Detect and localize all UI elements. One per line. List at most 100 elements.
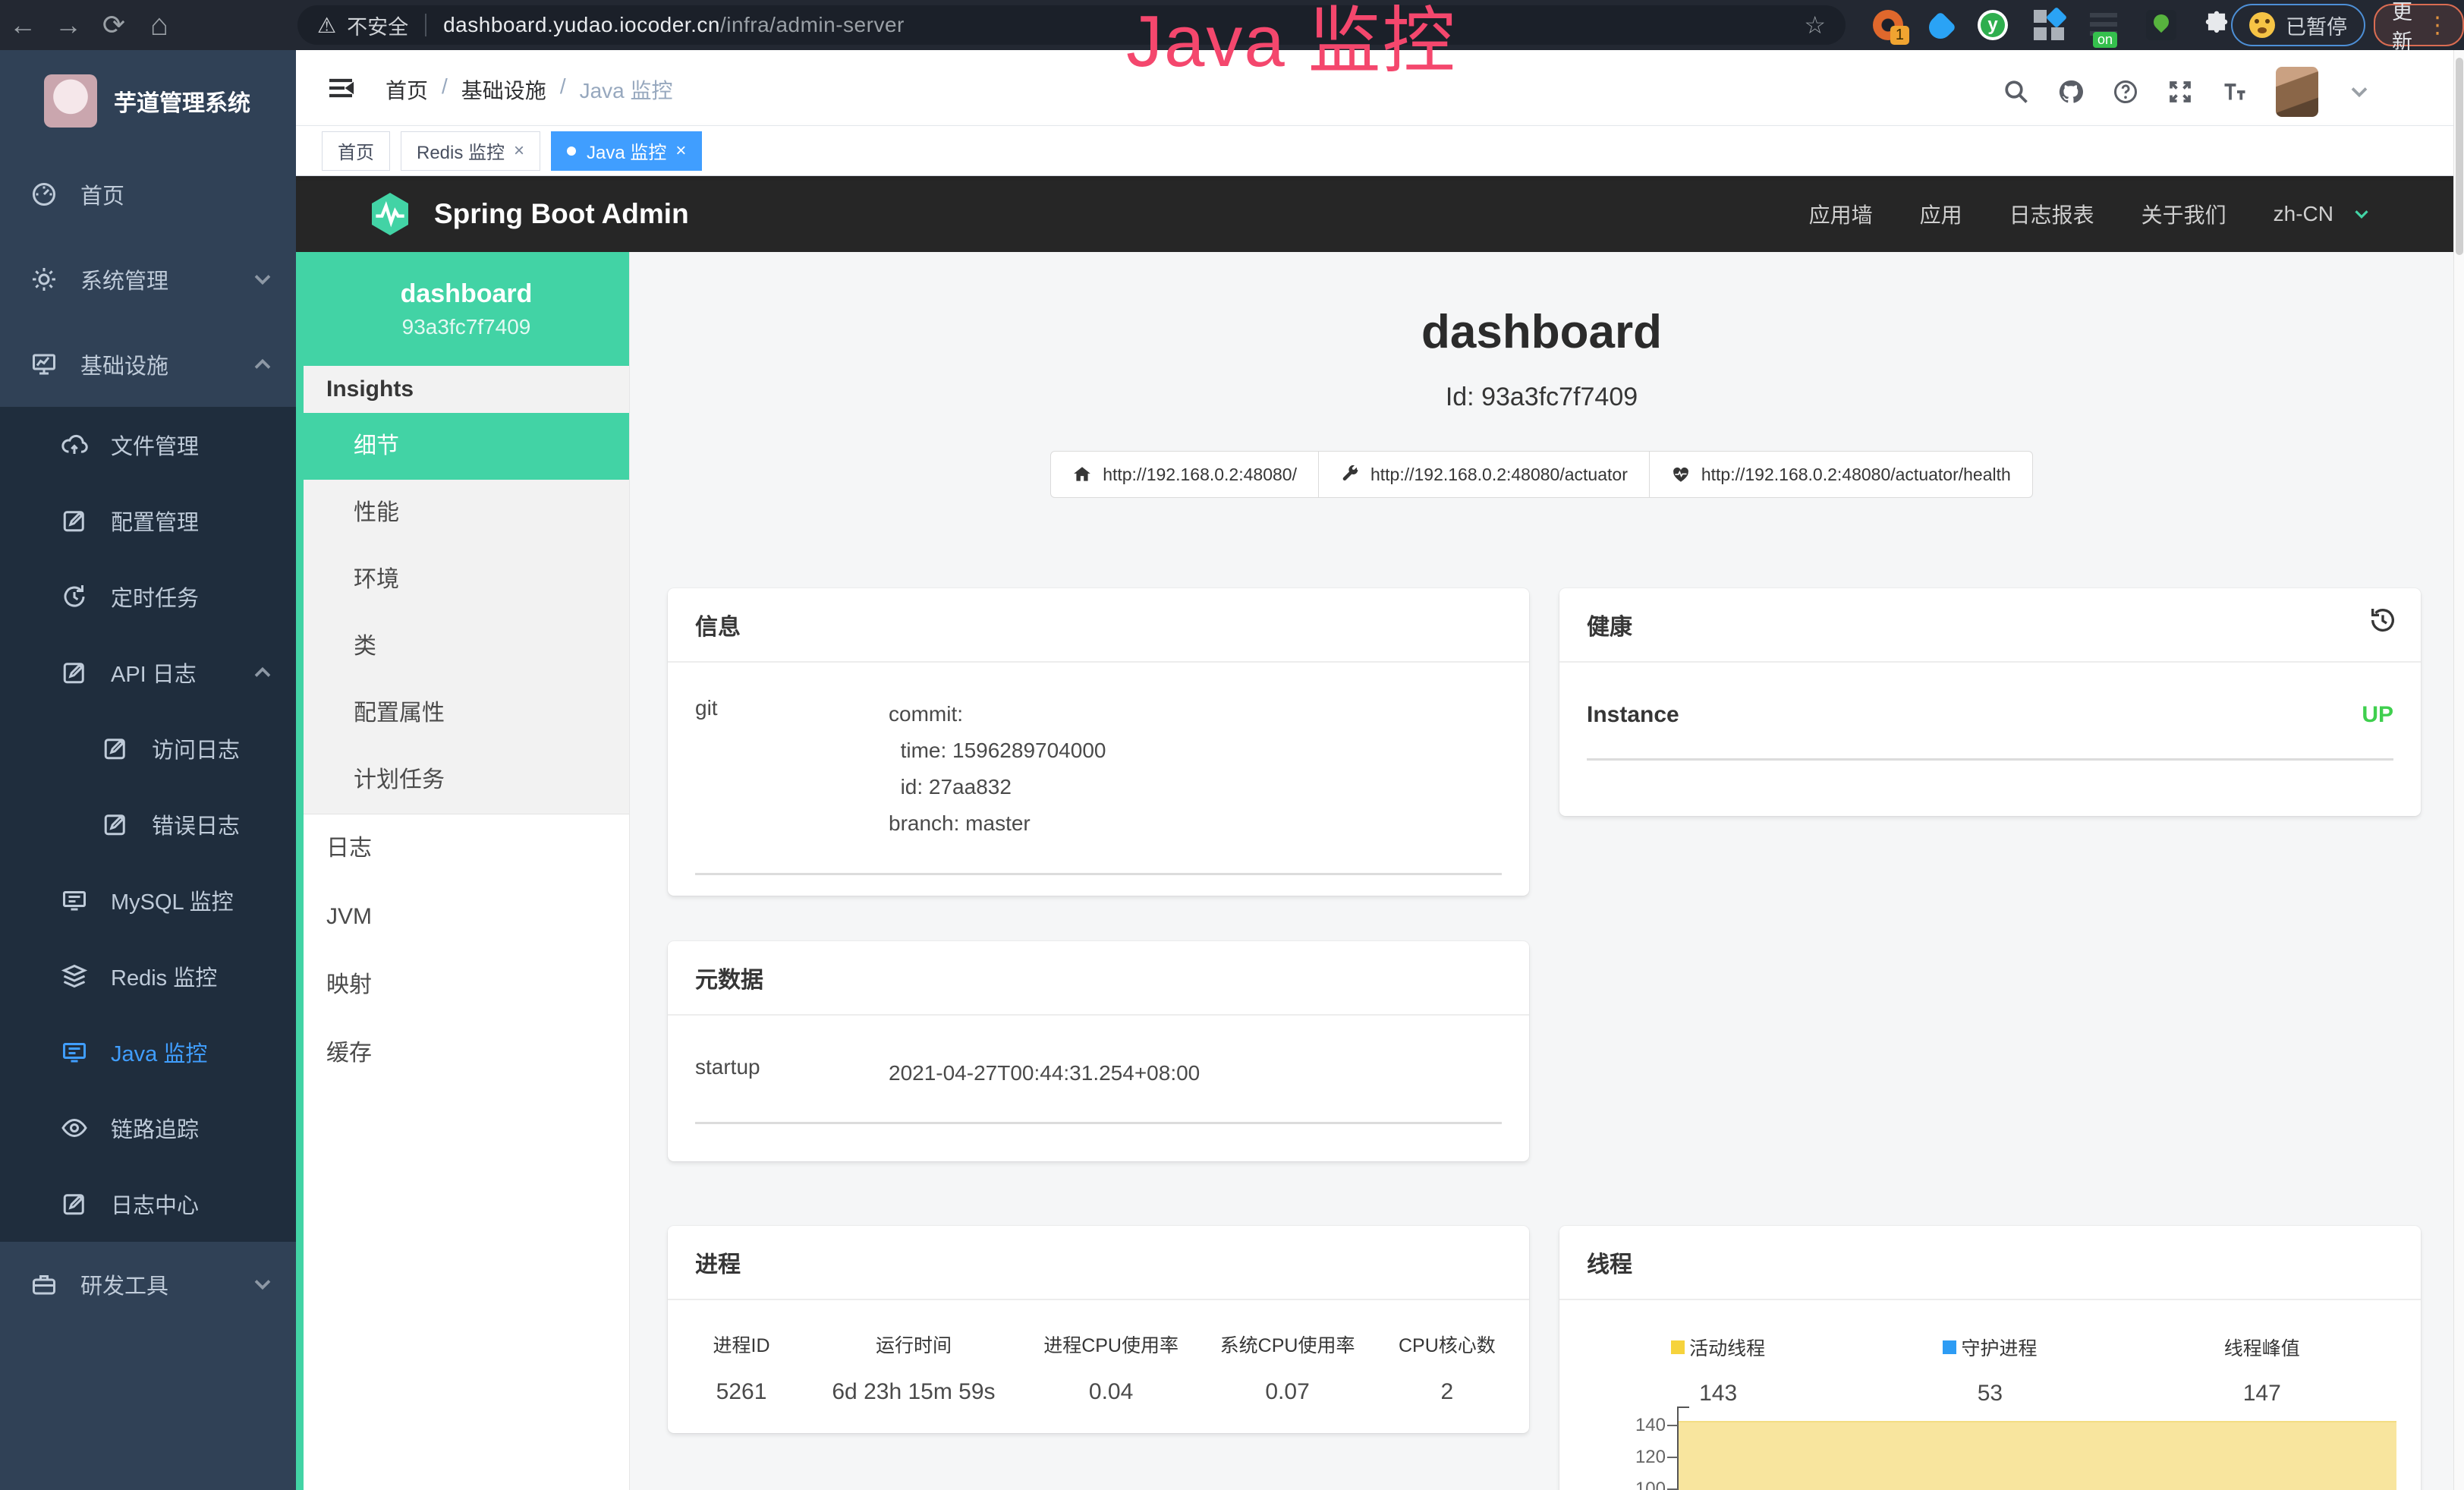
help-icon[interactable] bbox=[2112, 78, 2139, 106]
menu-item-scheduled-tasks[interactable]: 计划任务 bbox=[304, 747, 629, 814]
sidebar-item-file[interactable]: 文件管理 bbox=[0, 407, 296, 483]
browser-forward-icon[interactable] bbox=[46, 9, 91, 41]
close-icon[interactable] bbox=[675, 140, 686, 162]
sidebar-item-job[interactable]: 定时任务 bbox=[0, 559, 296, 635]
menu-item-jvm[interactable]: JVM bbox=[304, 883, 629, 951]
extension-pin-icon[interactable] bbox=[1924, 11, 1956, 43]
menu-item-config-props[interactable]: 配置属性 bbox=[304, 680, 629, 747]
extension-grid-icon[interactable] bbox=[2034, 10, 2064, 40]
legend-live-threads: 活动线程 143 bbox=[1582, 1334, 1854, 1407]
cell-value: 0.07 bbox=[1199, 1379, 1375, 1405]
font-size-icon[interactable] bbox=[2221, 78, 2248, 106]
tab-redis[interactable]: Redis 监控 bbox=[401, 131, 540, 171]
column-header: 进程CPU使用率 bbox=[1023, 1331, 1199, 1358]
health-url-button[interactable]: http://192.168.0.2:48080/actuator/health bbox=[1649, 451, 2033, 498]
browser-menu-dots-icon[interactable] bbox=[2426, 12, 2449, 39]
page-subtitle: Id: 93a3fc7f7409 bbox=[630, 383, 2453, 412]
sidebar-item-java[interactable]: Java 监控 bbox=[0, 1014, 296, 1090]
menu-item-classes[interactable]: 类 bbox=[304, 613, 629, 680]
sba-nav-applications[interactable]: 应用 bbox=[1920, 199, 1962, 229]
live-threads-area bbox=[1679, 1421, 2396, 1490]
sidebar-item-access-log[interactable]: 访问日志 bbox=[0, 710, 296, 786]
github-icon[interactable] bbox=[2057, 78, 2085, 106]
process-col-uptime: 运行时间 6d 23h 15m 59s bbox=[804, 1331, 1023, 1405]
instance-header[interactable]: dashboard 93a3fc7f7409 bbox=[304, 252, 629, 366]
column-header: 运行时间 bbox=[804, 1331, 1023, 1358]
fullscreen-icon[interactable] bbox=[2167, 78, 2194, 106]
cell-value: 2 bbox=[1376, 1379, 1518, 1405]
extension-icon-1[interactable]: 1 bbox=[1873, 10, 1903, 40]
page-scrollbar[interactable] bbox=[2453, 50, 2464, 1490]
menu-item-environment[interactable]: 环境 bbox=[304, 547, 629, 613]
history-icon[interactable] bbox=[2368, 605, 2398, 635]
breadcrumb-separator: / bbox=[442, 74, 448, 105]
sidebar-item-home[interactable]: 首页 bbox=[0, 152, 296, 237]
chevron-down-icon bbox=[249, 1271, 276, 1298]
sidebar-item-label: 首页 bbox=[80, 178, 124, 210]
health-row-instance: Instance UP bbox=[1587, 663, 2393, 761]
sidebar-item-config[interactable]: 配置管理 bbox=[0, 483, 296, 559]
tab-home[interactable]: 首页 bbox=[322, 131, 390, 171]
paused-badge[interactable]: 已暂停 bbox=[2231, 4, 2365, 46]
sidebar-item-log-center[interactable]: 日志中心 bbox=[0, 1166, 296, 1242]
edit-icon bbox=[61, 507, 88, 534]
hamburger-icon[interactable] bbox=[325, 73, 357, 103]
user-avatar[interactable] bbox=[2276, 67, 2318, 117]
menu-item-performance[interactable]: 性能 bbox=[304, 480, 629, 547]
close-icon[interactable] bbox=[514, 140, 524, 162]
search-icon[interactable] bbox=[2003, 78, 2030, 106]
page-title: dashboard bbox=[630, 305, 2453, 359]
sidebar-item-error-log[interactable]: 错误日志 bbox=[0, 786, 296, 862]
menu-item-details[interactable]: 细节 bbox=[304, 413, 629, 480]
admin-header: 首页 / 基础设施 / Java 监控 bbox=[296, 50, 2464, 125]
url-bar[interactable]: 不安全 dashboard.yudao.iocoder.cn/infra/adm… bbox=[297, 5, 1846, 45]
metadata-label: startup bbox=[695, 1055, 889, 1092]
update-button[interactable]: 更新 bbox=[2374, 4, 2464, 46]
puzzle-extensions-icon[interactable] bbox=[2202, 10, 2233, 40]
sidebar-item-redis[interactable]: Redis 监控 bbox=[0, 938, 296, 1014]
sba-accent-strip bbox=[296, 252, 304, 1490]
sidebar-submenu-infra: 文件管理 配置管理 定时任务 API 日志 访问日志 错误日志 bbox=[0, 407, 296, 1242]
breadcrumb-infra[interactable]: 基础设施 bbox=[461, 74, 546, 105]
menu-item-logs[interactable]: 日志 bbox=[304, 814, 629, 883]
health-label: Instance bbox=[1587, 702, 1679, 728]
header-icons bbox=[2003, 67, 2373, 117]
browser-reload-icon[interactable] bbox=[91, 9, 137, 41]
info-label: git bbox=[695, 696, 889, 843]
sidebar-item-system[interactable]: 系统管理 bbox=[0, 237, 296, 322]
browser-back-icon[interactable] bbox=[0, 9, 46, 41]
home-url-button[interactable]: http://192.168.0.2:48080/ bbox=[1050, 451, 1319, 498]
menu-item-caches[interactable]: 缓存 bbox=[304, 1019, 629, 1088]
sidebar-item-dev-tools[interactable]: 研发工具 bbox=[0, 1242, 296, 1327]
sba-nav-journal[interactable]: 日志报表 bbox=[2009, 199, 2094, 229]
extension-on-badge: on bbox=[2093, 32, 2117, 48]
extension-leaf-icon[interactable] bbox=[2146, 10, 2176, 40]
sidebar-item-infra[interactable]: 基础设施 bbox=[0, 322, 296, 407]
locale-caret-icon[interactable] bbox=[2350, 203, 2373, 225]
menu-item-mappings[interactable]: 映射 bbox=[304, 951, 629, 1019]
extension-list-icon[interactable]: on bbox=[2090, 10, 2120, 40]
browser-home-icon[interactable] bbox=[137, 8, 182, 43]
sba-locale-select[interactable]: zh-CN bbox=[2274, 202, 2333, 226]
paused-label: 已暂停 bbox=[2286, 11, 2347, 40]
scrollbar-thumb[interactable] bbox=[2456, 58, 2463, 255]
sba-nav-about[interactable]: 关于我们 bbox=[2141, 199, 2226, 229]
app-sidebar: 芋道管理系统 首页 系统管理 基础设施 文件管理 配置管理 bbox=[0, 50, 296, 1490]
bookmark-star-icon[interactable] bbox=[1804, 11, 1826, 39]
app-logo-row[interactable]: 芋道管理系统 bbox=[0, 50, 296, 152]
extension-icon-2[interactable] bbox=[1978, 10, 2008, 40]
sidebar-item-trace[interactable]: 链路追踪 bbox=[0, 1090, 296, 1166]
y-tick-120: 120 bbox=[1610, 1447, 1666, 1468]
info-card-title: 信息 bbox=[668, 588, 1529, 663]
sidebar-item-label: Java 监控 bbox=[111, 1036, 207, 1068]
breadcrumb-home[interactable]: 首页 bbox=[385, 74, 428, 105]
sidebar-item-api-log[interactable]: API 日志 bbox=[0, 635, 296, 710]
tab-label: 首页 bbox=[338, 137, 374, 164]
sidebar-item-mysql[interactable]: MySQL 监控 bbox=[0, 862, 296, 938]
column-header: CPU核心数 bbox=[1376, 1331, 1518, 1358]
avatar-caret-icon[interactable] bbox=[2346, 78, 2373, 106]
actuator-url-button[interactable]: http://192.168.0.2:48080/actuator bbox=[1318, 451, 1650, 498]
cloud-upload-icon bbox=[61, 431, 88, 458]
sba-nav-wall[interactable]: 应用墙 bbox=[1809, 199, 1873, 229]
tab-java[interactable]: Java 监控 bbox=[551, 131, 702, 171]
